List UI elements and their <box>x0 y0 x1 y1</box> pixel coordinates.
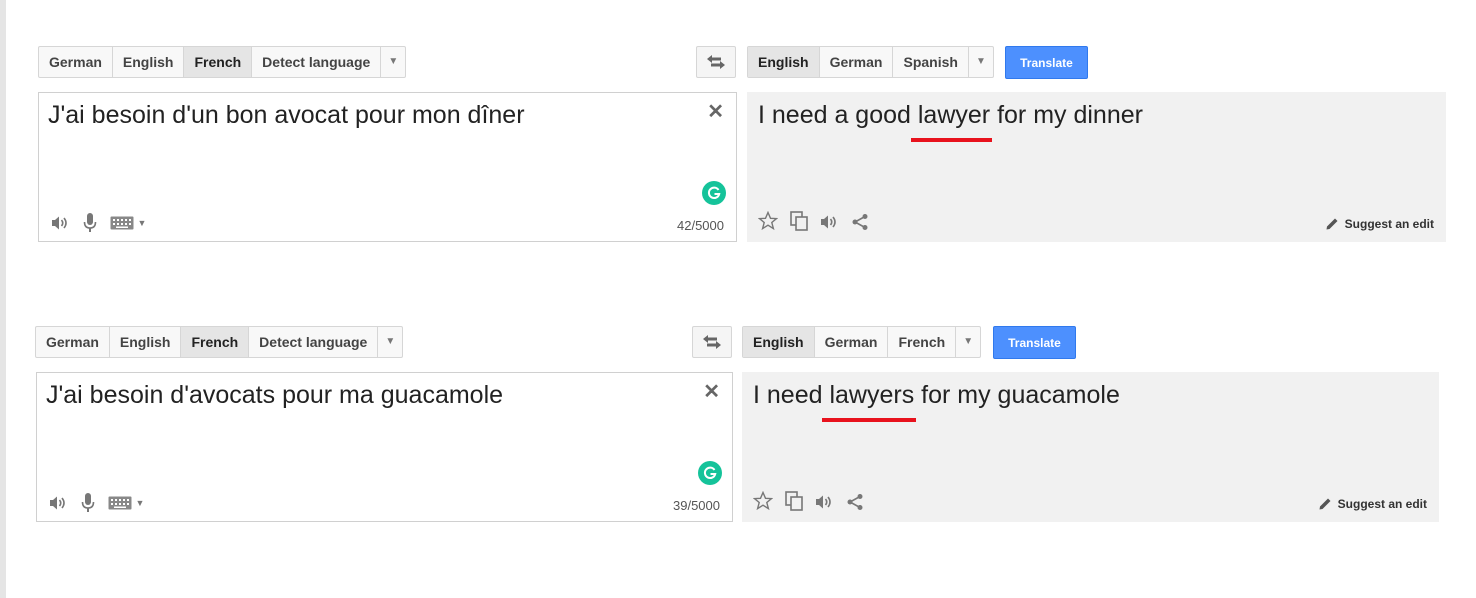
copy-translation-button[interactable] <box>789 210 809 232</box>
close-icon: ✕ <box>707 101 724 123</box>
swap-languages-icon <box>707 55 725 69</box>
translation-output: I need a good lawyer for my dinner Sugge… <box>747 92 1446 242</box>
source-language-tabs: German English French Detect language ▼ <box>35 326 404 358</box>
suggest-edit-label: Suggest an edit <box>1344 216 1434 231</box>
speaker-icon <box>52 216 67 230</box>
microphone-icon <box>81 493 95 512</box>
character-count: 42/5000 <box>677 218 724 233</box>
copy-translation-button[interactable] <box>784 490 804 512</box>
translation-text[interactable]: I need a good lawyer for my dinner <box>758 101 1143 142</box>
source-tab-detect-language[interactable]: Detect language <box>252 47 382 77</box>
target-tab-french[interactable]: French <box>888 327 957 357</box>
translate-button[interactable]: Translate <box>1005 46 1088 79</box>
speaker-icon <box>821 215 836 229</box>
target-tab-spanish[interactable]: Spanish <box>893 47 969 77</box>
keyboard-icon <box>110 216 134 230</box>
source-language-tabs: German English French Detect language ▼ <box>38 46 407 78</box>
voice-input-button[interactable] <box>81 211 99 235</box>
source-listen-button[interactable] <box>50 212 70 234</box>
save-translation-button[interactable] <box>757 210 779 232</box>
source-listen-button[interactable] <box>48 492 68 514</box>
source-language-dropdown[interactable]: ▼ <box>381 47 405 77</box>
input-tools-button[interactable]: ▼ <box>105 493 147 513</box>
speaker-icon <box>816 495 831 509</box>
listen-translation-button[interactable] <box>814 491 834 513</box>
suggest-edit-label: Suggest an edit <box>1337 496 1427 511</box>
grammarly-icon[interactable] <box>698 461 722 485</box>
share-icon <box>852 214 868 230</box>
microphone-icon <box>83 213 97 232</box>
source-tab-german[interactable]: German <box>36 327 110 357</box>
translation-text[interactable]: I need lawyers for my guacamole <box>753 381 1120 422</box>
chevron-down-icon: ▼ <box>137 218 147 228</box>
translation-output: I need lawyers for my guacamole Suggest … <box>742 372 1439 522</box>
source-text[interactable]: J'ai besoin d'un bon avocat pour mon dîn… <box>48 101 525 130</box>
highlighted-word[interactable]: lawyer <box>910 101 993 142</box>
grammarly-icon[interactable] <box>702 181 726 205</box>
copy-icon <box>790 211 808 231</box>
highlighted-word-text: lawyers <box>829 381 915 409</box>
star-icon <box>758 211 778 231</box>
star-icon <box>753 491 773 511</box>
close-icon: ✕ <box>703 381 720 403</box>
save-translation-button[interactable] <box>752 490 774 512</box>
red-underline-mark <box>910 138 993 142</box>
source-tab-english[interactable]: English <box>113 47 185 77</box>
source-tab-french[interactable]: French <box>184 47 253 77</box>
translation-text-before: I need a good <box>758 101 918 129</box>
source-textarea[interactable]: J'ai besoin d'un bon avocat pour mon dîn… <box>38 92 737 242</box>
translation-text-after: for my guacamole <box>914 381 1120 409</box>
chevron-down-icon: ▼ <box>388 56 399 67</box>
target-language-tabs: English German Spanish ▼ <box>747 46 994 78</box>
target-tab-english[interactable]: English <box>748 47 820 77</box>
clear-source-button[interactable]: ✕ <box>707 99 724 124</box>
source-tab-english[interactable]: English <box>110 327 182 357</box>
swap-languages-button[interactable] <box>692 326 732 358</box>
share-translation-button[interactable] <box>844 491 866 513</box>
source-tab-german[interactable]: German <box>39 47 113 77</box>
target-tab-english[interactable]: English <box>743 327 815 357</box>
translate-panel-2: German English French Detect language ▼ … <box>0 280 1476 522</box>
chevron-down-icon: ▼ <box>963 336 974 347</box>
copy-icon <box>785 491 803 511</box>
share-translation-button[interactable] <box>849 211 871 233</box>
speaker-icon <box>50 496 65 510</box>
suggest-edit-button[interactable]: Suggest an edit <box>1318 496 1427 511</box>
chevron-down-icon: ▼ <box>976 56 986 67</box>
character-count: 39/5000 <box>673 498 720 513</box>
translate-panel-1: German English French Detect language ▼ … <box>0 0 1476 242</box>
chevron-down-icon: ▼ <box>135 498 145 508</box>
listen-translation-button[interactable] <box>819 211 839 233</box>
pencil-icon <box>1319 498 1331 510</box>
source-tab-detect-language[interactable]: Detect language <box>249 327 379 357</box>
red-underline-mark <box>822 418 917 422</box>
pencil-icon <box>1326 218 1338 230</box>
chevron-down-icon: ▼ <box>385 336 396 347</box>
swap-languages-icon <box>703 335 721 349</box>
input-tools-button[interactable]: ▼ <box>107 213 149 233</box>
source-textarea[interactable]: J'ai besoin d'avocats pour ma guacamole … <box>36 372 733 522</box>
source-text[interactable]: J'ai besoin d'avocats pour ma guacamole <box>46 381 503 410</box>
translate-button[interactable]: Translate <box>993 326 1076 359</box>
target-language-dropdown[interactable]: ▼ <box>969 47 993 77</box>
target-tab-german[interactable]: German <box>820 47 894 77</box>
source-tab-french[interactable]: French <box>181 327 250 357</box>
source-language-dropdown[interactable]: ▼ <box>378 327 402 357</box>
suggest-edit-button[interactable]: Suggest an edit <box>1325 216 1434 231</box>
highlighted-word[interactable]: lawyers <box>822 381 917 422</box>
voice-input-button[interactable] <box>79 491 97 515</box>
target-language-dropdown[interactable]: ▼ <box>956 327 980 357</box>
share-icon <box>847 494 863 510</box>
translation-text-before: I need <box>753 381 830 409</box>
target-language-tabs: English German French ▼ <box>742 326 982 358</box>
clear-source-button[interactable]: ✕ <box>703 379 720 404</box>
swap-languages-button[interactable] <box>696 46 736 78</box>
highlighted-word-text: lawyer <box>917 101 991 129</box>
keyboard-icon <box>108 496 132 510</box>
translation-text-after: for my dinner <box>990 101 1143 129</box>
target-tab-german[interactable]: German <box>815 327 889 357</box>
